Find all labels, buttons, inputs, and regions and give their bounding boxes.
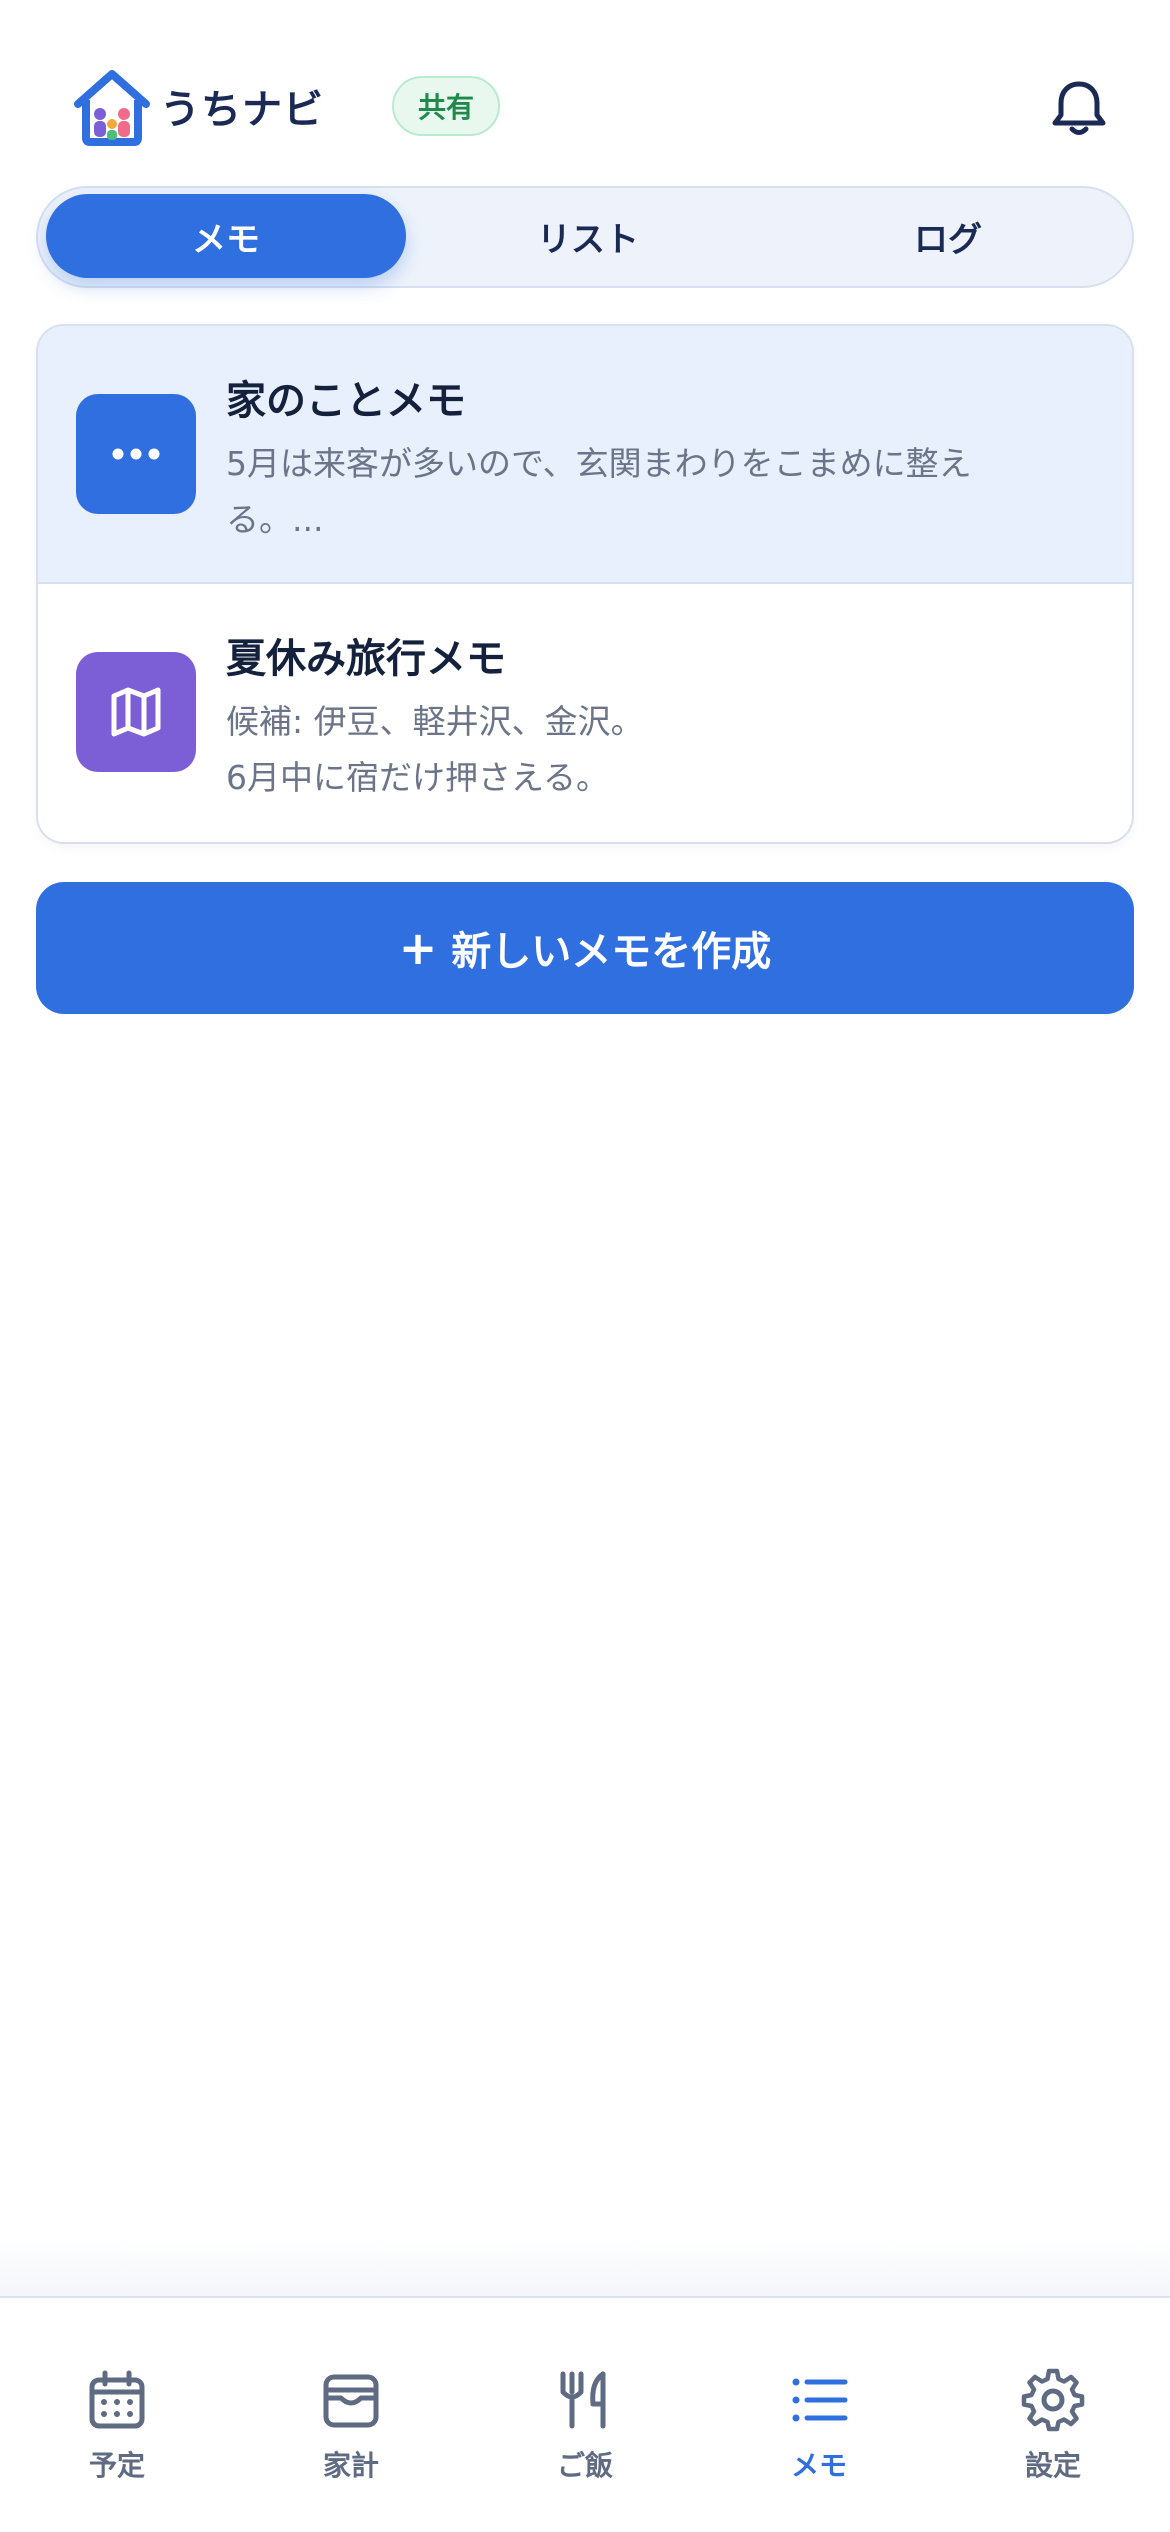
tab-memo[interactable]: メモ xyxy=(46,194,406,278)
tab-log[interactable]: ログ xyxy=(768,194,1128,278)
app-name: うちナビ xyxy=(160,87,324,133)
memo-preview: 候補: 伊豆、軽井沢、金沢。 6月中に宿だけ押さえる。 xyxy=(226,694,1086,806)
nav-label: 予定 xyxy=(88,2449,145,2482)
gear-icon xyxy=(1021,2368,1085,2432)
nav-label: 設定 xyxy=(1024,2449,1081,2482)
memo-preview-line: 候補: 伊豆、軽井沢、金沢。 xyxy=(226,702,644,741)
new-memo-label: 新しいメモを作成 xyxy=(451,929,772,975)
more-dots-icon xyxy=(112,448,160,460)
plus-icon: + xyxy=(398,921,438,975)
house-family-logo-icon xyxy=(74,70,150,146)
memo-item-house[interactable]: 家のことメモ 5月は来客が多いので、玄関まわりをこまめに整え る。... xyxy=(38,326,1132,584)
tab-list[interactable]: リスト xyxy=(408,194,768,278)
nav-label: メモ xyxy=(790,2449,847,2482)
calendar-icon xyxy=(89,2370,145,2429)
map-icon xyxy=(111,687,161,737)
nav-item-schedule[interactable]: 予定 xyxy=(37,2368,197,2498)
list-icon xyxy=(792,2378,848,2422)
app-header: うちナビ 共有 xyxy=(0,0,1170,180)
memo-preview-line: 5月は来客が多いので、玄関まわりをこまめに整え xyxy=(226,444,972,483)
nav-item-meals[interactable]: ご飯 xyxy=(505,2368,665,2498)
memo-title: 家のことメモ xyxy=(226,378,466,424)
bell-icon[interactable] xyxy=(1046,76,1112,142)
app-logo[interactable]: うちナビ xyxy=(72,66,324,146)
app-root: うちナビ 共有 メモ リスト ログ 家のことメモ 5月は来客が多いので、玄関まわ… xyxy=(0,0,1170,2532)
memo-preview-line: る。... xyxy=(226,500,324,539)
memo-preview-line: 6月中に宿だけ押さえる。 xyxy=(226,758,610,797)
memo-item-trip[interactable]: 夏休み旅行メモ 候補: 伊豆、軽井沢、金沢。 6月中に宿だけ押さえる。 xyxy=(38,584,1132,842)
memo-icon-badge xyxy=(76,652,196,772)
bottom-fade xyxy=(0,2240,1170,2296)
memo-icon-badge xyxy=(76,394,196,514)
memo-preview: 5月は来客が多いので、玄関まわりをこまめに整え る。... xyxy=(226,436,1086,548)
nav-item-settings[interactable]: 設定 xyxy=(973,2368,1133,2498)
nav-label: 家計 xyxy=(322,2449,379,2482)
bottom-nav: 予定 家計 ご飯 メモ 設定 xyxy=(0,2296,1170,2532)
new-memo-button[interactable]: + 新しいメモを作成 xyxy=(36,882,1134,1014)
wallet-icon xyxy=(323,2374,379,2428)
memo-list: 家のことメモ 5月は来客が多いので、玄関まわりをこまめに整え る。... 夏休み… xyxy=(36,324,1134,844)
segment-tabs: メモ リスト ログ xyxy=(36,186,1134,288)
memo-title: 夏休み旅行メモ xyxy=(226,636,506,682)
nav-label: ご飯 xyxy=(556,2449,613,2482)
utensils-icon xyxy=(560,2371,606,2429)
nav-item-budget[interactable]: 家計 xyxy=(271,2368,431,2498)
nav-item-memo[interactable]: メモ xyxy=(739,2368,899,2498)
share-badge[interactable]: 共有 xyxy=(392,76,500,136)
